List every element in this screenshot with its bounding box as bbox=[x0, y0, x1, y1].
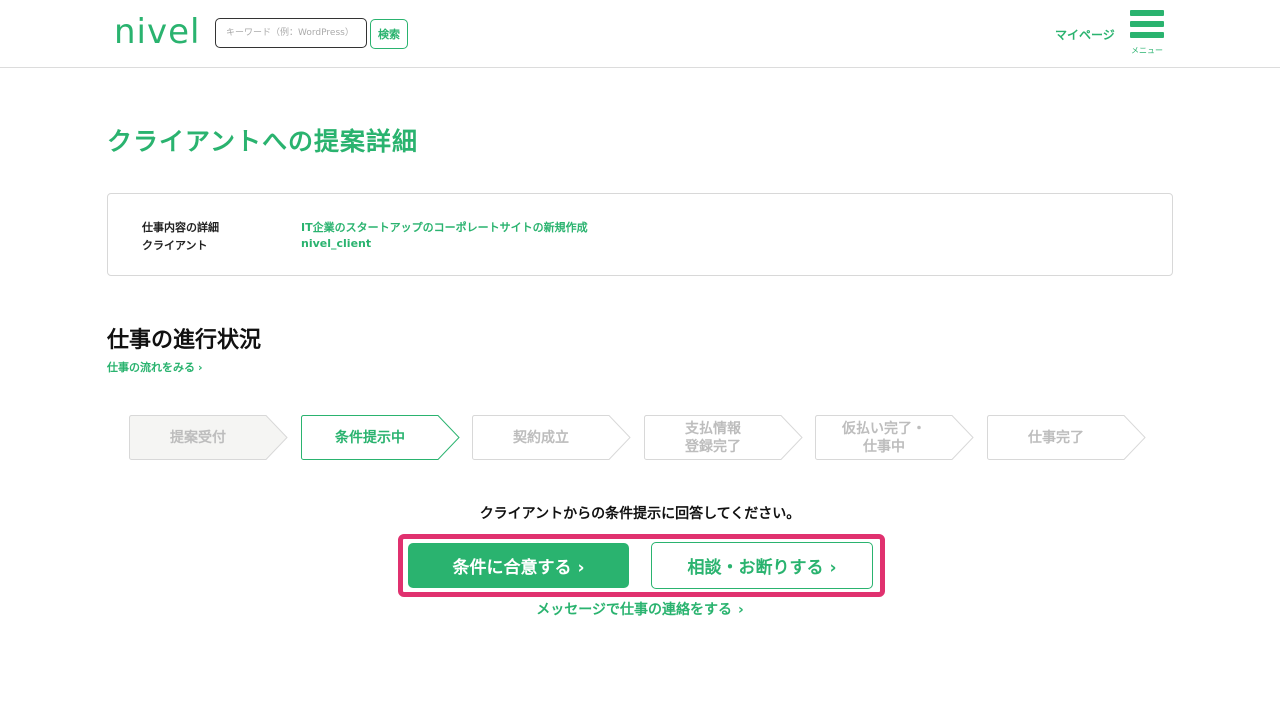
message-link[interactable]: メッセージで仕事の連絡をする › bbox=[0, 599, 1280, 619]
agree-button-label: 条件に合意する bbox=[452, 558, 572, 578]
hamburger-icon-bar bbox=[1130, 32, 1164, 38]
progress-step-label: 支払情報 登録完了 bbox=[685, 420, 741, 455]
hamburger-icon bbox=[1130, 10, 1164, 16]
progress-step: 仮払い完了・ 仕事中 bbox=[815, 415, 975, 460]
page-title: クライアントへの提案詳細 bbox=[107, 127, 419, 156]
message-link-label: メッセージで仕事の連絡をする bbox=[536, 602, 732, 618]
job-flow-link[interactable]: 仕事の流れをみる › bbox=[107, 359, 203, 375]
progress-step-label: 条件提示中 bbox=[335, 429, 405, 446]
progress-title: 仕事の進行状況 bbox=[107, 328, 262, 353]
chevron-right-icon: › bbox=[198, 361, 203, 374]
progress-step: 仕事完了 bbox=[987, 415, 1147, 460]
consult-decline-button[interactable]: 相談・お断りする › bbox=[651, 542, 873, 589]
consult-button-label: 相談・お断りする bbox=[687, 558, 824, 578]
chevron-right-icon: › bbox=[737, 602, 744, 618]
proposal-detail-box: 仕事内容の詳細 IT企業のスタートアップのコーポレートサイトの新規作成 クライア… bbox=[107, 193, 1173, 276]
search-input[interactable] bbox=[215, 18, 367, 48]
job-detail-label: 仕事内容の詳細 bbox=[142, 221, 219, 234]
agree-button[interactable]: 条件に合意する › bbox=[408, 543, 629, 588]
nivel-logo[interactable]: nivel bbox=[114, 12, 200, 52]
job-flow-link-label: 仕事の流れをみる bbox=[107, 361, 195, 374]
progress-step: 条件提示中 bbox=[301, 415, 461, 460]
chevron-right-icon: › bbox=[829, 558, 837, 578]
client-link[interactable]: nivel_client bbox=[301, 237, 371, 250]
client-label: クライアント bbox=[142, 239, 208, 252]
menu-label: メニュー bbox=[1131, 46, 1163, 55]
progress-step: 提案受付 bbox=[129, 415, 289, 460]
hamburger-icon-bar bbox=[1130, 21, 1164, 27]
site-header: nivel 検索 マイページ メニュー bbox=[0, 0, 1280, 68]
progress-step: 契約成立 bbox=[472, 415, 632, 460]
progress-step-label: 契約成立 bbox=[513, 429, 569, 446]
job-detail-link[interactable]: IT企業のスタートアップのコーポレートサイトの新規作成 bbox=[301, 219, 588, 235]
progress-step-label: 提案受付 bbox=[170, 429, 226, 446]
progress-step-label: 仮払い完了・ 仕事中 bbox=[842, 420, 926, 455]
progress-step-label: 仕事完了 bbox=[1028, 429, 1084, 446]
mypage-link[interactable]: マイページ bbox=[1055, 26, 1115, 43]
progress-step: 支払情報 登録完了 bbox=[644, 415, 804, 460]
instruction-text: クライアントからの条件提示に回答してください。 bbox=[479, 506, 801, 522]
chevron-right-icon: › bbox=[577, 558, 585, 578]
progress-steps: 提案受付 条件提示中 契約成立 支払情報 登録完了 仮払い完了・ 仕事中 仕事完了 bbox=[129, 415, 1149, 461]
menu-button[interactable]: メニュー bbox=[1128, 10, 1166, 56]
search-button[interactable]: 検索 bbox=[370, 19, 408, 49]
